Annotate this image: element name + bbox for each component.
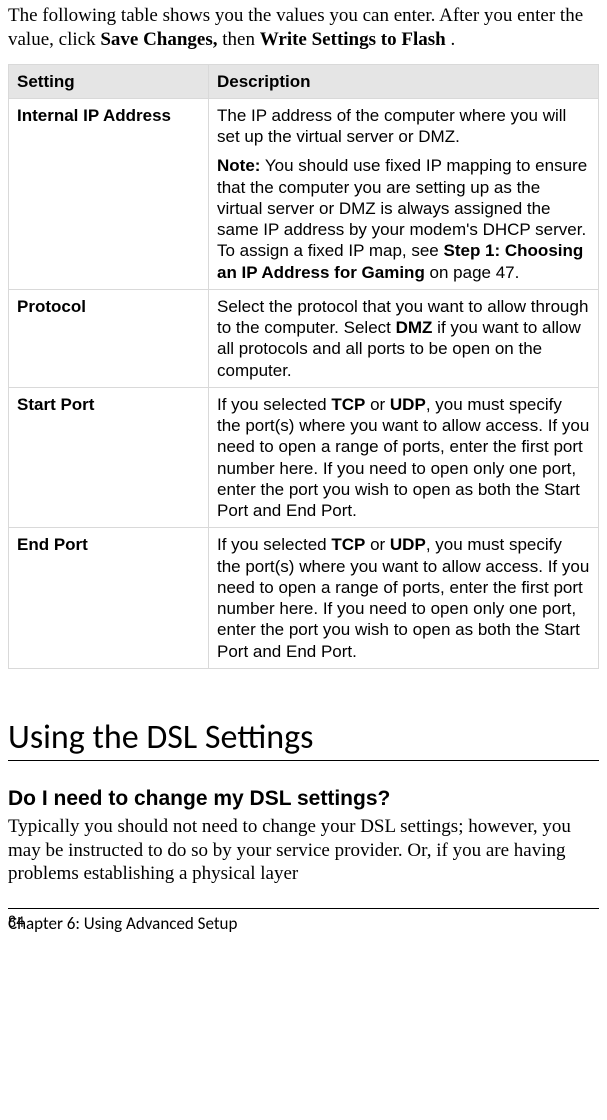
settings-table: Setting Description Internal IP Address … xyxy=(8,64,599,669)
table-row: Protocol Select the protocol that you wa… xyxy=(9,289,599,387)
desc-text-a: If you selected xyxy=(217,535,331,554)
desc-tcp: TCP xyxy=(331,535,365,554)
setting-name: Internal IP Address xyxy=(9,98,209,289)
subheading: Do I need to change my DSL settings? xyxy=(8,787,599,811)
table-row: End Port If you selected TCP or UDP, you… xyxy=(9,528,599,669)
table-row: Internal IP Address The IP address of th… xyxy=(9,98,599,289)
desc-bold: DMZ xyxy=(396,318,433,337)
desc-or: or xyxy=(365,535,390,554)
desc-p1: The IP address of the computer where you… xyxy=(217,105,590,148)
intro-bold-2: Write Settings to Flash xyxy=(260,29,446,50)
page-number: 84 xyxy=(8,913,24,932)
table-row: Start Port If you selected TCP or UDP, y… xyxy=(9,387,599,528)
body-paragraph: Typically you should not need to change … xyxy=(8,815,599,886)
desc-p1: If you selected TCP or UDP, you must spe… xyxy=(217,394,590,522)
desc-p1: Select the protocol that you want to all… xyxy=(217,296,590,381)
setting-description: If you selected TCP or UDP, you must spe… xyxy=(209,528,599,669)
setting-description: The IP address of the computer where you… xyxy=(209,98,599,289)
setting-name: Protocol xyxy=(9,289,209,387)
footer-rule xyxy=(8,908,599,909)
note-text-b: on page 47. xyxy=(425,263,520,282)
desc-p1: If you selected TCP or UDP, you must spe… xyxy=(217,534,590,662)
th-setting: Setting xyxy=(9,64,209,98)
desc-udp: UDP xyxy=(390,535,426,554)
desc-tcp: TCP xyxy=(331,395,365,414)
intro-text-mid: then xyxy=(222,29,259,50)
table-header-row: Setting Description xyxy=(9,64,599,98)
setting-name: Start Port xyxy=(9,387,209,528)
setting-name: End Port xyxy=(9,528,209,669)
chapter-label: Chapter 6: Using Advanced Setup xyxy=(8,913,237,934)
desc-udp: UDP xyxy=(390,395,426,414)
setting-description: If you selected TCP or UDP, you must spe… xyxy=(209,387,599,528)
intro-paragraph: The following table shows you the values… xyxy=(8,4,599,52)
desc-or: or xyxy=(365,395,390,414)
section-heading: Using the DSL Settings xyxy=(8,717,599,761)
desc-text-a: If you selected xyxy=(217,395,331,414)
note-label: Note: xyxy=(217,156,260,175)
intro-bold-1: Save Changes, xyxy=(100,29,217,50)
page-footer: Chapter 6: Using Advanced Setup 84 xyxy=(8,913,599,935)
th-description: Description xyxy=(209,64,599,98)
desc-note: Note: You should use fixed IP mapping to… xyxy=(217,155,590,283)
setting-description: Select the protocol that you want to all… xyxy=(209,289,599,387)
intro-text-end: . xyxy=(450,29,455,50)
